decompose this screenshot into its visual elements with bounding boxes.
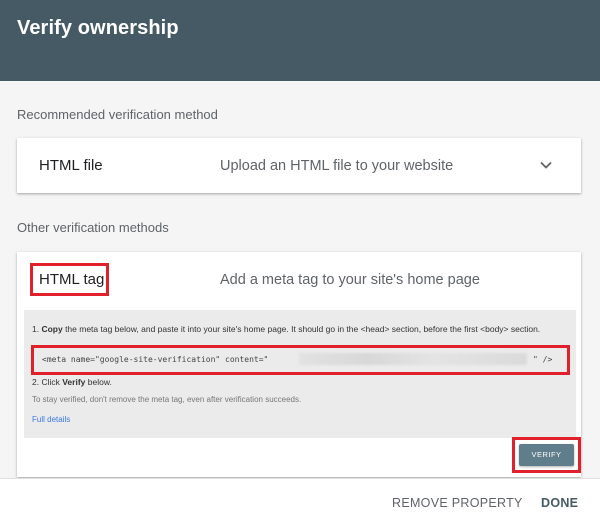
meta-tag-highlight-box	[31, 345, 570, 375]
step-1-text: the meta tag below, and paste it into yo…	[62, 324, 541, 334]
html-file-method-name: HTML file	[39, 157, 103, 174]
remove-property-button[interactable]: REMOVE PROPERTY	[392, 496, 523, 510]
dialog-footer: REMOVE PROPERTY DONE	[0, 478, 600, 523]
step-2-verify-word: Verify	[62, 377, 86, 387]
done-button[interactable]: DONE	[541, 496, 578, 510]
other-methods-section-label: Other verification methods	[17, 220, 169, 235]
step-1-instruction: 1. Copy the meta tag below, and paste it…	[32, 324, 552, 335]
dialog-header: Verify ownership	[0, 0, 600, 81]
html-tag-method-description: Add a meta tag to your site's home page	[220, 272, 480, 288]
step-2-instruction: 2. Click Verify below.	[32, 377, 112, 387]
verify-highlight-box	[512, 437, 581, 473]
step-2-text: below.	[85, 377, 112, 387]
html-tag-highlight-box	[30, 263, 109, 296]
step-1-copy-word: Copy	[41, 324, 63, 334]
stay-verified-note: To stay verified, don't remove the meta …	[32, 395, 302, 404]
chevron-down-icon[interactable]	[539, 158, 553, 172]
html-file-method-description: Upload an HTML file to your website	[220, 158, 454, 174]
full-details-link[interactable]: Full details	[32, 415, 70, 424]
dialog-title: Verify ownership	[17, 17, 179, 39]
recommended-section-label: Recommended verification method	[17, 107, 218, 122]
html-file-method-card[interactable]: HTML file Upload an HTML file to your we…	[17, 138, 581, 193]
step-2-number: 2. Click	[32, 377, 63, 387]
